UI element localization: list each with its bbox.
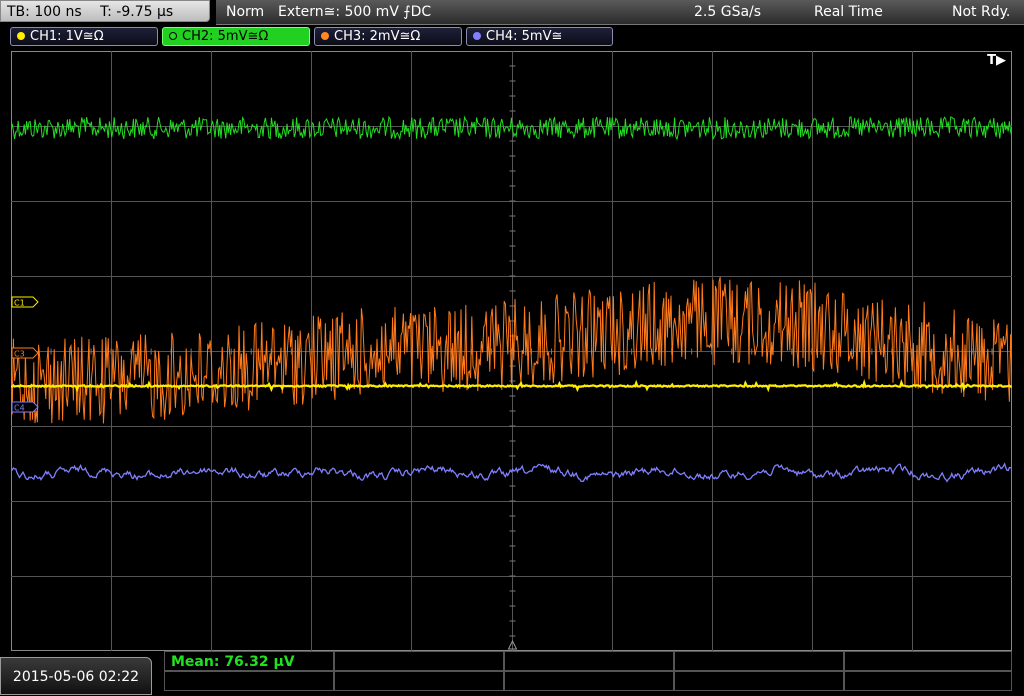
measurement-cell[interactable] <box>674 651 844 671</box>
trigger-mode[interactable]: Norm <box>226 0 264 24</box>
ch1-offset-marker-label: C1 <box>14 299 25 308</box>
channel-tab-label: CH2: 5mV≅Ω <box>182 29 269 44</box>
measurement-cell[interactable] <box>334 651 504 671</box>
channel-tabs: CH1: 1V≅Ω CH2: 5mV≅Ω CH3: 2mV≅Ω CH4: 5mV… <box>0 27 1024 47</box>
ch4-offset-marker-label: C4 <box>14 404 25 413</box>
trigger-source[interactable]: Extern≅: 500 mV ⨍DC <box>278 0 431 24</box>
channel-tab-label: CH4: 5mV≅ <box>486 29 563 44</box>
measurement-cell[interactable] <box>674 671 844 691</box>
measurement-cell[interactable] <box>504 651 674 671</box>
channel-tab-ch3[interactable]: CH3: 2mV≅Ω <box>314 27 462 46</box>
timebase-panel[interactable]: TB: 100 ns T: -9.75 µs <box>0 0 210 22</box>
ch2-indicator-icon <box>169 31 177 40</box>
channel-markers: C1 C3 C4 <box>11 296 39 413</box>
acquisition-status: Not Rdy. <box>952 4 1011 20</box>
ch1-offset-marker[interactable]: C1 <box>11 296 39 308</box>
ch3-indicator-icon <box>321 31 329 40</box>
measurement-cell[interactable]: Mean: 76.32 µV <box>164 651 334 671</box>
channel-tab-label: CH1: 1V≅Ω <box>30 29 104 44</box>
timebase-value[interactable]: TB: 100 ns <box>7 4 82 20</box>
acquisition-mode[interactable]: Real Time <box>814 0 883 24</box>
mean-measurement[interactable]: Mean: 76.32 µV <box>171 654 295 670</box>
sample-rate[interactable]: 2.5 GSa/s <box>694 0 761 24</box>
trigger-position-icon[interactable]: T▶ <box>987 53 1006 68</box>
trigger-panel[interactable]: Norm Extern≅: 500 mV ⨍DC 2.5 GSa/s Real … <box>216 0 1024 25</box>
ch3-offset-marker[interactable]: C3 <box>11 347 39 359</box>
measurement-cell[interactable] <box>164 671 334 691</box>
measurement-table: Mean: 76.32 µV <box>164 651 1012 695</box>
ch1-indicator-icon <box>17 31 25 40</box>
channel-tab-ch4[interactable]: CH4: 5mV≅ <box>466 27 613 46</box>
date-time: 2015-05-06 02:22 <box>0 657 152 695</box>
measurement-cell[interactable] <box>844 651 1012 671</box>
channel-tab-ch1[interactable]: CH1: 1V≅Ω <box>10 27 158 46</box>
status-bar: TB: 100 ns T: -9.75 µs Norm Extern≅: 500… <box>0 0 1024 26</box>
trigger-time-value[interactable]: T: -9.75 µs <box>100 4 173 20</box>
ch4-offset-marker[interactable]: C4 <box>11 401 39 413</box>
ch4-indicator-icon <box>473 31 481 40</box>
ch3-offset-marker-label: C3 <box>14 350 25 359</box>
measurement-cell[interactable] <box>504 671 674 691</box>
waveform-display[interactable]: C1 C3 C4 T▶ <box>11 51 1012 651</box>
channel-tab-ch2[interactable]: CH2: 5mV≅Ω <box>162 27 310 46</box>
channel-tab-label: CH3: 2mV≅Ω <box>334 29 421 44</box>
measurement-cell[interactable] <box>844 671 1012 691</box>
measurement-cell[interactable] <box>334 671 504 691</box>
